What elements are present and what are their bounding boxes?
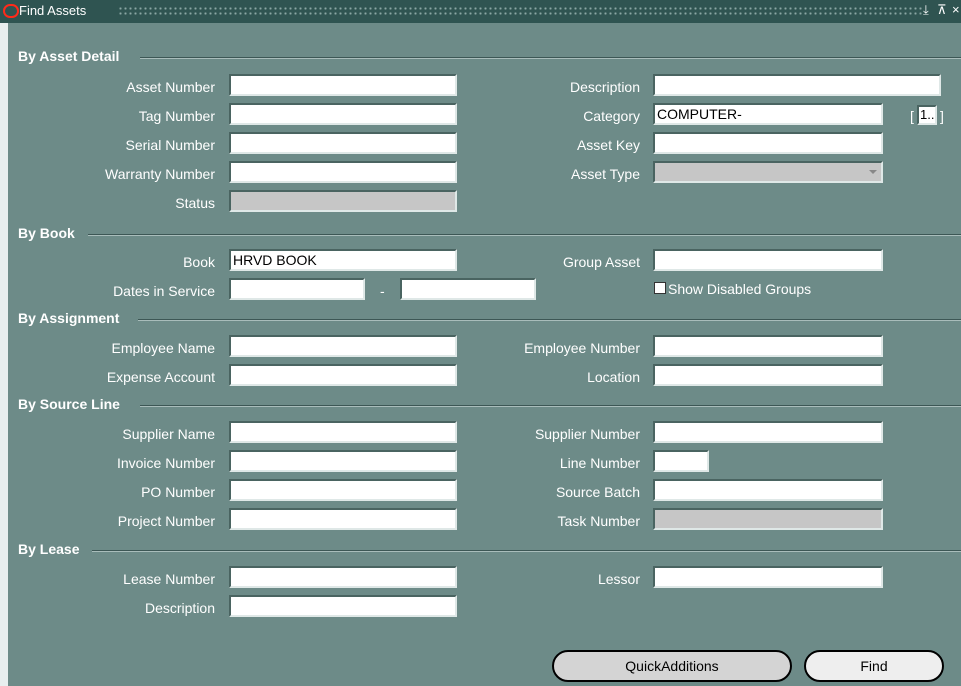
asset-type-select[interactable] (653, 161, 883, 183)
description-field[interactable] (653, 74, 941, 96)
warranty-number-label: Warranty Number (105, 166, 215, 182)
book-field[interactable]: HRVD BOOK (229, 249, 457, 271)
supplier-number-label: Supplier Number (534, 426, 640, 442)
description-label: Description (569, 79, 640, 95)
asset-type-label: Asset Type (570, 166, 640, 182)
po-number-field[interactable] (229, 479, 457, 501)
asset-key-label: Asset Key (576, 137, 640, 153)
task-number-field (653, 508, 883, 530)
section-asset-detail: By Asset Detail (8, 48, 961, 68)
lease-description-label: Description (144, 600, 215, 616)
expense-account-label: Expense Account (106, 369, 215, 385)
lessor-field[interactable] (653, 566, 883, 588)
find-button[interactable]: Find (804, 650, 944, 682)
section-lease: By Lease (8, 541, 961, 561)
flex-bracket-close: ] (940, 108, 944, 124)
task-number-label: Task Number (557, 513, 640, 529)
line-number-field[interactable] (653, 450, 709, 472)
tag-number-field[interactable] (229, 103, 457, 125)
supplier-number-field[interactable] (653, 421, 883, 443)
asset-number-label: Asset Number (126, 79, 215, 95)
section-title: By Lease (18, 541, 80, 557)
employee-name-field[interactable] (229, 335, 457, 357)
group-asset-label: Group Asset (562, 254, 640, 270)
warranty-number-field[interactable] (229, 161, 457, 183)
section-divider (92, 550, 961, 552)
date-from-field[interactable] (229, 278, 365, 300)
category-flexfield-button[interactable]: 1.. (917, 105, 937, 125)
po-number-label: PO Number (141, 484, 215, 500)
asset-number-field[interactable] (229, 74, 457, 96)
book-label: Book (183, 254, 215, 270)
close-icon[interactable]: × (952, 2, 960, 17)
supplier-name-field[interactable] (229, 421, 457, 443)
expense-account-field[interactable] (229, 364, 457, 386)
flex-bracket-open: [ (910, 108, 914, 124)
serial-number-label: Serial Number (125, 137, 215, 153)
location-field[interactable] (653, 364, 883, 386)
show-disabled-groups-label[interactable]: Show Disabled Groups (668, 281, 811, 297)
supplier-name-label: Supplier Name (122, 426, 215, 442)
category-field[interactable]: COMPUTER- (653, 103, 883, 125)
lessor-label: Lessor (597, 571, 640, 587)
section-title: By Assignment (18, 310, 120, 326)
project-number-label: Project Number (117, 513, 215, 529)
oracle-logo-icon (3, 4, 19, 18)
section-divider (88, 234, 961, 236)
lease-number-label: Lease Number (123, 571, 215, 587)
lease-description-field[interactable] (229, 595, 457, 617)
project-number-field[interactable] (229, 508, 457, 530)
category-label: Category (583, 108, 640, 124)
title-bar-texture (118, 6, 923, 17)
section-divider (138, 319, 961, 321)
line-number-label: Line Number (559, 455, 640, 471)
section-divider (140, 405, 961, 407)
lease-number-field[interactable] (229, 566, 457, 588)
section-title: By Book (18, 225, 75, 241)
date-range-separator: - (380, 283, 385, 299)
maximize-icon[interactable]: ⊼ (937, 2, 947, 18)
status-field (229, 190, 457, 212)
section-title: By Asset Detail (18, 48, 120, 64)
date-to-field[interactable] (400, 278, 536, 300)
source-batch-label: Source Batch (555, 484, 640, 500)
group-asset-field[interactable] (653, 249, 883, 271)
employee-number-field[interactable] (653, 335, 883, 357)
section-source-line: By Source Line (8, 396, 961, 416)
employee-name-label: Employee Name (111, 340, 216, 356)
location-label: Location (587, 369, 640, 385)
section-divider (140, 57, 961, 59)
invoice-number-label: Invoice Number (116, 455, 215, 471)
window-left-edge (0, 23, 8, 686)
section-book: By Book (8, 225, 961, 245)
asset-key-field[interactable] (653, 132, 883, 154)
section-title: By Source Line (18, 396, 120, 412)
invoice-number-field[interactable] (229, 450, 457, 472)
serial-number-field[interactable] (229, 132, 457, 154)
tag-number-label: Tag Number (138, 108, 215, 124)
title-bar: Find Assets ⤓ ⊼ × (0, 0, 961, 23)
dates-in-service-label: Dates in Service (113, 283, 215, 299)
chevron-down-icon[interactable] (869, 170, 877, 174)
minimize-icon[interactable]: ⤓ (923, 2, 929, 18)
section-assignment: By Assignment (8, 310, 961, 330)
employee-number-label: Employee Number (524, 340, 640, 356)
window-title: Find Assets (19, 3, 87, 18)
source-batch-field[interactable] (653, 479, 883, 501)
quick-additions-button[interactable]: QuickAdditions (552, 650, 792, 682)
show-disabled-groups-checkbox[interactable] (654, 282, 666, 294)
status-label: Status (175, 195, 215, 211)
